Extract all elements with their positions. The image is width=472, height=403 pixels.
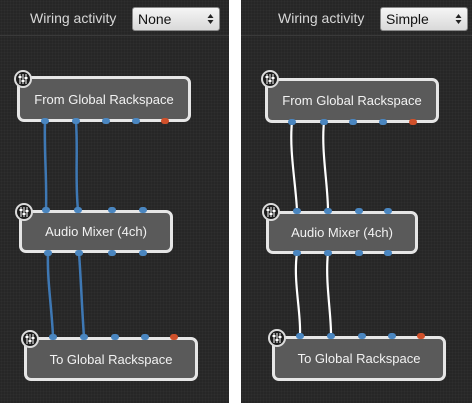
audio-in-pin[interactable] bbox=[296, 333, 304, 339]
wire bbox=[46, 252, 55, 338]
node-label: From Global Rackspace bbox=[34, 91, 174, 107]
audio-out-pin[interactable] bbox=[384, 250, 392, 256]
audio-in-pin[interactable] bbox=[108, 207, 116, 213]
audio-out-pin[interactable] bbox=[349, 119, 357, 125]
audio-out-pin[interactable] bbox=[132, 118, 140, 124]
wire bbox=[326, 252, 333, 335]
sliders-icon[interactable] bbox=[21, 330, 39, 348]
audio-in-pin[interactable] bbox=[74, 207, 82, 213]
audio-in-pin[interactable] bbox=[49, 334, 57, 340]
wiring-activity-value: None bbox=[138, 11, 172, 27]
node-label: Audio Mixer (4ch) bbox=[291, 225, 393, 240]
wiring-panel-left: Wiring activity None From Global Rackspa… bbox=[0, 0, 229, 403]
sliders-icon[interactable] bbox=[262, 203, 280, 221]
toolbar: Wiring activity None bbox=[0, 0, 229, 36]
node-audio-mixer[interactable]: Audio Mixer (4ch) bbox=[266, 211, 418, 254]
audio-out-pin[interactable] bbox=[379, 119, 387, 125]
audio-in-pin[interactable] bbox=[80, 334, 88, 340]
audio-out-pin[interactable] bbox=[41, 118, 49, 124]
sliders-icon[interactable] bbox=[268, 329, 286, 347]
audio-out-pin[interactable] bbox=[44, 250, 52, 256]
sliders-icon[interactable] bbox=[261, 70, 279, 88]
audio-in-pin[interactable] bbox=[111, 334, 119, 340]
wiring-activity-label: Wiring activity bbox=[278, 10, 365, 26]
wire bbox=[77, 252, 86, 338]
midi-in-pin[interactable] bbox=[170, 334, 178, 340]
node-label: To Global Rackspace bbox=[49, 351, 173, 367]
audio-out-pin[interactable] bbox=[102, 118, 110, 124]
midi-out-pin[interactable] bbox=[409, 119, 417, 125]
sliders-icon[interactable] bbox=[14, 70, 32, 88]
audio-in-pin[interactable] bbox=[42, 207, 50, 213]
node-audio-mixer[interactable]: Audio Mixer (4ch) bbox=[19, 210, 173, 253]
audio-in-pin[interactable] bbox=[324, 208, 332, 214]
node-label: From Global Rackspace bbox=[282, 93, 422, 108]
audio-out-pin[interactable] bbox=[355, 250, 363, 256]
node-from-global-rackspace[interactable]: From Global Rackspace bbox=[17, 76, 191, 122]
wire bbox=[294, 252, 302, 335]
wire bbox=[322, 121, 330, 212]
wiring-panel-right: Wiring activity Simple From Global Racks… bbox=[241, 0, 472, 403]
audio-out-pin[interactable] bbox=[320, 119, 328, 125]
node-to-global-rackspace[interactable]: To Global Rackspace bbox=[272, 336, 446, 381]
audio-out-pin[interactable] bbox=[288, 119, 296, 125]
wire bbox=[74, 121, 80, 211]
audio-in-pin[interactable] bbox=[293, 208, 301, 214]
audio-out-pin[interactable] bbox=[108, 250, 116, 256]
midi-in-pin[interactable] bbox=[417, 333, 425, 339]
toolbar: Wiring activity Simple bbox=[241, 0, 472, 36]
sliders-icon[interactable] bbox=[15, 203, 33, 221]
audio-out-pin[interactable] bbox=[75, 250, 83, 256]
audio-in-pin[interactable] bbox=[388, 333, 396, 339]
audio-out-pin[interactable] bbox=[293, 250, 301, 256]
audio-out-pin[interactable] bbox=[139, 250, 147, 256]
node-from-global-rackspace[interactable]: From Global Rackspace bbox=[265, 78, 439, 123]
audio-out-pin[interactable] bbox=[72, 118, 80, 124]
wiring-activity-value: Simple bbox=[386, 11, 429, 27]
audio-in-pin[interactable] bbox=[384, 208, 392, 214]
node-label: Audio Mixer (4ch) bbox=[45, 224, 147, 239]
audio-out-pin[interactable] bbox=[324, 250, 332, 256]
chevron-up-down-icon bbox=[207, 14, 214, 24]
audio-in-pin[interactable] bbox=[139, 207, 147, 213]
chevron-up-down-icon bbox=[455, 14, 462, 24]
wiring-activity-select[interactable]: Simple bbox=[380, 7, 468, 31]
audio-in-pin[interactable] bbox=[141, 334, 149, 340]
audio-in-pin[interactable] bbox=[355, 208, 363, 214]
wiring-activity-label: Wiring activity bbox=[30, 10, 117, 26]
wire bbox=[43, 121, 48, 211]
audio-in-pin[interactable] bbox=[327, 333, 335, 339]
node-to-global-rackspace[interactable]: To Global Rackspace bbox=[24, 337, 198, 381]
wiring-activity-select[interactable]: None bbox=[132, 7, 220, 31]
midi-out-pin[interactable] bbox=[161, 118, 169, 124]
wire bbox=[290, 121, 299, 212]
audio-in-pin[interactable] bbox=[358, 333, 366, 339]
node-label: To Global Rackspace bbox=[297, 351, 421, 366]
